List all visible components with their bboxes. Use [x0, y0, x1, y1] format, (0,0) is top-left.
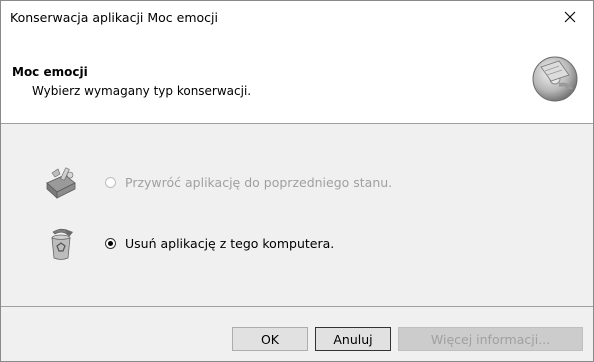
close-button[interactable]: [547, 1, 593, 33]
option-restore-label: Przywróć aplikację do poprzedniego stanu…: [125, 175, 393, 190]
radio-remove[interactable]: [105, 238, 116, 249]
more-info-button[interactable]: Więcej informacji...: [398, 327, 583, 351]
toolbox-icon: [46, 167, 76, 199]
cancel-button[interactable]: Anuluj: [315, 327, 391, 351]
radio-restore[interactable]: [105, 177, 116, 188]
dialog-footer: OK Anuluj Więcej informacji...: [1, 307, 593, 361]
dialog-window: Konserwacja aplikacji Moc emocji Moc emo…: [0, 0, 594, 362]
header-title: Moc emocji: [12, 65, 88, 79]
options-panel: Przywróć aplikację do poprzedniego stanu…: [1, 124, 593, 306]
window-title: Konserwacja aplikacji Moc emocji: [10, 10, 218, 25]
ok-button[interactable]: OK: [232, 327, 308, 351]
title-bar: Konserwacja aplikacji Moc emocji: [1, 1, 593, 37]
option-remove-label: Usuń aplikację z tego komputera.: [125, 236, 335, 251]
close-icon: [564, 11, 576, 23]
radio-selected-dot: [108, 241, 113, 246]
header-subtitle: Wybierz wymagany typ konserwacji.: [32, 84, 252, 98]
dialog-header: Moc emocji Wybierz wymagany typ konserwa…: [1, 37, 593, 123]
recycle-bin-icon: [51, 228, 73, 260]
installer-disc-icon: [532, 56, 578, 102]
option-remove: Usuń aplikację z tego komputera.: [1, 226, 593, 266]
option-restore: Przywróć aplikację do poprzedniego stanu…: [1, 165, 593, 205]
